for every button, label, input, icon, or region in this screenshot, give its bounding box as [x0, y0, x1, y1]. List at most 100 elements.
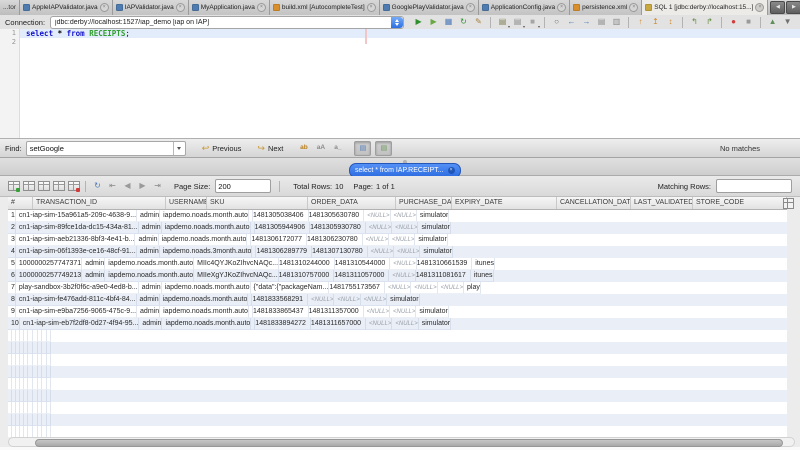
table-cell[interactable]: MIIeXgYJKoZIhvcNAQc... — [194, 270, 279, 282]
regexp-toggle[interactable]: ▤ — [354, 141, 371, 156]
table-cell[interactable]: 1481307130780 — [312, 246, 368, 258]
column-header[interactable]: USERNAME — [166, 197, 207, 209]
table-cell[interactable]: 1481305630780 — [309, 210, 365, 222]
column-header[interactable]: # — [8, 197, 33, 209]
close-icon[interactable]: × — [466, 3, 475, 12]
table-cell[interactable]: admin — [82, 270, 105, 282]
table-cell[interactable]: <NULL> — [390, 258, 416, 270]
column-header[interactable]: STORE_CODE — [693, 197, 787, 209]
table-cell[interactable]: 1481311657000 — [311, 318, 366, 330]
table-cell[interactable]: admin — [137, 294, 160, 306]
stop-macro-icon[interactable]: ■ — [742, 16, 755, 28]
commit-record-icon[interactable] — [52, 180, 65, 192]
close-icon[interactable]: × — [629, 3, 638, 12]
tab-scroll-right-button[interactable]: ▶ — [786, 1, 800, 14]
column-settings-icon[interactable] — [783, 198, 794, 209]
table-cell[interactable]: iapdemo.noads.month.auto — [162, 318, 251, 330]
find-previous-button[interactable]: ↩ Previous — [202, 143, 242, 154]
first-page-icon[interactable]: ⇤ — [106, 180, 119, 192]
table-cell[interactable]: <NULL> — [364, 306, 390, 318]
table-cell[interactable]: 1481305944906 — [255, 222, 311, 234]
column-header[interactable]: EXPIRY_DATE — [452, 197, 557, 209]
table-cell[interactable]: 1481833894272 — [255, 318, 311, 330]
editor-tab[interactable]: IAPValidator.java× — [113, 0, 189, 15]
close-icon[interactable]: × — [448, 167, 455, 174]
jump-up-icon[interactable]: ▲ — [766, 16, 779, 28]
import-icon[interactable]: ▥ — [610, 16, 623, 28]
match-case-icon[interactable]: aA — [314, 142, 327, 154]
table-cell[interactable]: <NULL> — [392, 222, 418, 234]
table-cell[interactable]: admin — [139, 318, 162, 330]
table-cell[interactable]: <NULL> — [361, 294, 387, 306]
delete-record-icon[interactable] — [22, 180, 35, 192]
table-cell[interactable]: 1000000257747371 — [16, 258, 82, 270]
sync-icon[interactable]: ↕ — [664, 16, 677, 28]
table-cell[interactable]: 1481310544000 — [335, 258, 391, 270]
table-cell[interactable]: cn1-iap-sim-aeb21336-8bf3-4e41-b... — [16, 234, 136, 246]
matching-rows-input[interactable] — [716, 179, 792, 193]
close-icon[interactable]: × — [257, 3, 266, 12]
refresh-icon[interactable]: ↻ — [91, 180, 104, 192]
table-cell[interactable]: 9 — [8, 306, 16, 318]
table-cell[interactable]: 8 — [8, 294, 16, 306]
table-cell[interactable]: iapdemo.noads.month.auto — [162, 222, 251, 234]
table-cell[interactable]: 2 — [8, 222, 16, 234]
scrollbar-thumb[interactable] — [35, 439, 783, 447]
next-page-icon[interactable]: ▶ — [136, 180, 149, 192]
horizontal-scrollbar[interactable] — [8, 437, 795, 447]
table-cell[interactable]: MIIc4QYJKoZIhvcNAQc... — [194, 258, 279, 270]
table-cell[interactable]: iapdemo.noads.month.auto — [160, 210, 249, 222]
editor-tab[interactable]: persistence.xml× — [570, 0, 642, 15]
shift-right-icon[interactable]: ↱ — [703, 16, 716, 28]
table-cell[interactable]: 1481306230780 — [307, 234, 363, 246]
table-row[interactable]: 4cn1-iap-sim-06f1393e-ce16-48cf-91...adm… — [8, 246, 787, 258]
table-cell[interactable]: admin — [82, 258, 105, 270]
table-cell[interactable]: admin — [137, 210, 160, 222]
column-header[interactable]: ORDER_DATA — [308, 197, 396, 209]
table-cell[interactable]: 1000000257749213 — [16, 270, 82, 282]
editor-tab[interactable]: SQL 1 [jdbc:derby://localhost:15...]× — [642, 0, 768, 15]
table-cell[interactable]: 1481755173567 — [329, 282, 385, 294]
insert-template-icon[interactable]: ▤▾ — [511, 16, 524, 28]
table-cell[interactable]: <NULL> — [438, 282, 464, 294]
table-cell[interactable]: simulator — [417, 210, 449, 222]
whole-word-icon[interactable]: a_ — [331, 142, 344, 154]
column-header[interactable]: PURCHASE_DATE — [396, 197, 452, 209]
table-cell[interactable]: iapdemo.noads.month.auto — [105, 270, 194, 282]
column-header[interactable]: CANCELLATION_DATE — [557, 197, 631, 209]
table-row[interactable]: 7play-sandbox-3b2f0f6c-a9e0-4ed8-b...adm… — [8, 282, 787, 294]
table-cell[interactable]: simulator — [419, 318, 451, 330]
table-cell[interactable]: 1481310661539 — [417, 258, 473, 270]
table-cell[interactable]: 5 — [8, 258, 16, 270]
table-cell[interactable]: <NULL> — [392, 318, 418, 330]
table-cell[interactable]: iapdemo.noads.month.auto — [159, 234, 248, 246]
table-cell[interactable]: {"data":{"packageNam... — [251, 282, 330, 294]
table-cell[interactable]: admin — [137, 306, 160, 318]
next-occurrence-icon[interactable]: → — [580, 16, 593, 28]
close-icon[interactable]: × — [367, 3, 376, 12]
table-cell[interactable]: <NULL> — [363, 234, 389, 246]
table-cell[interactable]: cn1-iap-sim-06f1393e-ce16-48cf-91... — [16, 246, 137, 258]
sql-editor[interactable]: 12 select * from RECEIPTS; — [0, 29, 800, 138]
editor-tab[interactable]: GooglePlayValidator.java× — [380, 0, 479, 15]
table-cell[interactable]: iapdemo.noads.month.auto — [160, 306, 249, 318]
table-cell[interactable]: 1481305038406 — [253, 210, 309, 222]
run-sql-icon[interactable]: ▶ — [412, 16, 425, 28]
close-icon[interactable]: × — [100, 3, 109, 12]
table-cell[interactable]: 1 — [8, 210, 16, 222]
chevron-down-icon[interactable] — [173, 142, 185, 155]
close-icon[interactable]: × — [557, 3, 566, 12]
column-header[interactable]: TRANSACTION_ID — [33, 197, 166, 209]
table-cell[interactable]: 1481306289779 — [256, 246, 312, 258]
table-cell[interactable]: <NULL> — [394, 246, 420, 258]
table-cell[interactable]: 7 — [8, 282, 16, 294]
table-cell[interactable]: 6 — [8, 270, 16, 282]
find-icon[interactable]: ○ — [550, 16, 563, 28]
editor-code-area[interactable]: select * from RECEIPTS; — [20, 29, 800, 138]
table-cell[interactable]: iapdemo.noads.month.auto — [162, 282, 251, 294]
table-cell[interactable]: <NULL> — [385, 282, 411, 294]
record-macro-icon[interactable]: ● — [727, 16, 740, 28]
table-cell[interactable]: <NULL> — [391, 210, 417, 222]
table-row[interactable]: 10cn1-iap-sim-eb7f2df8-0d27-4f94-95...ad… — [8, 318, 787, 330]
insert-record-icon[interactable] — [7, 180, 20, 192]
